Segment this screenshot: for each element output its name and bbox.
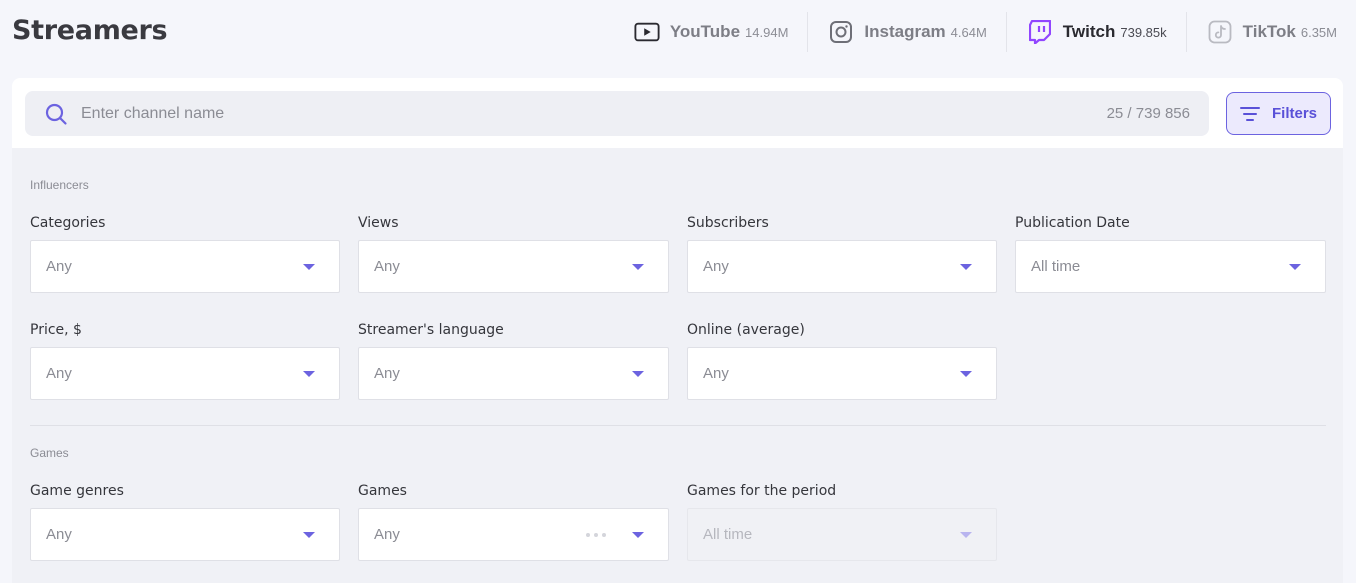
platform-tab-tiktok[interactable]: TikTok 6.35M [1185,12,1356,52]
select-value: Any [374,365,400,382]
filter-icon [1239,106,1260,121]
field-price: Price, $ Any [30,322,340,400]
platform-name: TikTok [1242,22,1296,41]
games-select[interactable]: Any [358,508,669,561]
section-label-influencers: Influencers [30,178,89,192]
platform-tabs: YouTube 14.94M Instagram 4.64M Twitch 73… [614,12,1356,52]
platform-tab-youtube[interactable]: YouTube 14.94M [614,12,808,52]
field-label: Games for the period [687,483,837,499]
section-divider [30,425,1326,426]
page-title: Streamers [12,15,168,46]
caret-down-icon [303,531,315,538]
tiktok-icon [1207,19,1233,45]
select-value: Any [46,258,72,275]
games-for-period-select: All time [687,508,997,561]
platform-count: 14.94M [745,24,789,40]
price-select[interactable]: Any [30,347,340,400]
twitch-icon [1027,19,1053,45]
section-label-games: Games [30,446,69,460]
caret-down-icon [960,531,972,538]
field-label: Games [358,483,407,499]
field-label: Streamer's language [358,322,504,338]
field-online-average: Online (average) Any [687,322,997,400]
field-categories: Categories Any [30,215,340,293]
field-subscribers: Subscribers Any [687,215,997,293]
search-icon [45,103,67,125]
publication-date-select[interactable]: All time [1015,240,1326,293]
views-select[interactable]: Any [358,240,669,293]
online-average-select[interactable]: Any [687,347,997,400]
platform-tab-twitch[interactable]: Twitch 739.85k [1005,12,1186,52]
select-value: Any [46,365,72,382]
caret-down-icon [1289,263,1301,270]
categories-select[interactable]: Any [30,240,340,293]
caret-down-icon [960,370,972,377]
caret-down-icon [960,263,972,270]
results-count: 25 / 739 856 [1106,105,1190,122]
select-value: Any [374,526,400,543]
platform-count: 4.64M [950,24,987,40]
field-games-for-period: Games for the period All time [687,483,997,561]
instagram-icon [828,19,854,45]
select-value: All time [703,526,753,543]
field-streamer-language: Streamer's language Any [358,322,669,400]
filters-button[interactable]: Filters [1226,92,1331,135]
field-label: Publication Date [1015,215,1130,231]
platform-name: YouTube [669,22,741,41]
select-value: All time [1031,258,1081,275]
search-input[interactable] [81,104,1107,123]
field-label: Game genres [30,483,124,499]
field-views: Views Any [358,215,669,293]
select-value: Any [703,258,729,275]
loading-dots-icon [582,532,606,537]
filter-panel: 25 / 739 856 Filters Influencers Categor… [12,78,1343,583]
platform-name: Twitch [1062,22,1116,41]
field-label: Price, $ [30,322,82,338]
field-label: Views [358,215,399,231]
caret-down-icon [303,370,315,377]
game-genres-select[interactable]: Any [30,508,340,561]
select-value: Any [46,526,72,543]
caret-down-icon [632,263,644,270]
caret-down-icon [303,263,315,270]
filters-label: Filters [1271,105,1317,122]
caret-down-icon [632,531,644,538]
field-publication-date: Publication Date All time [1015,215,1326,293]
streamer-language-select[interactable]: Any [358,347,669,400]
platform-count: 739.85k [1120,24,1167,40]
platform-tab-instagram[interactable]: Instagram 4.64M [807,12,1005,52]
search-box[interactable]: 25 / 739 856 [25,91,1209,136]
field-games: Games Any [358,483,669,561]
select-value: Any [374,258,400,275]
field-label: Categories [30,215,106,231]
platform-count: 6.35M [1300,24,1337,40]
caret-down-icon [632,370,644,377]
field-label: Online (average) [687,322,805,338]
subscribers-select[interactable]: Any [687,240,997,293]
field-label: Subscribers [687,215,769,231]
youtube-icon [634,19,660,45]
platform-name: Instagram [864,22,946,41]
search-bar: 25 / 739 856 Filters [12,78,1343,148]
field-game-genres: Game genres Any [30,483,340,561]
select-value: Any [703,365,729,382]
